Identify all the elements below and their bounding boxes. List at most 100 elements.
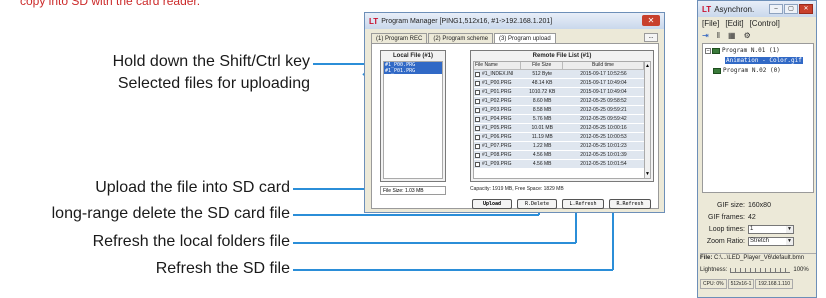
- gif-frames-label: GIF frames:: [708, 213, 745, 221]
- program-tree[interactable]: − Program N.01 (1) Animation - Color.gif…: [702, 43, 814, 193]
- local-file-list[interactable]: #1_P00.PRG #1_P01.PRG: [383, 61, 443, 179]
- collapse-icon[interactable]: −: [705, 47, 711, 54]
- row-checkbox[interactable]: [475, 152, 480, 158]
- gif-size-row: GIF size: 160x80: [702, 199, 814, 211]
- cell-file-name: #1_P03.PRG: [474, 106, 521, 114]
- chevron-down-icon[interactable]: ▼: [786, 225, 793, 233]
- table-row[interactable]: #1_P01.PRG 1010.72 KB 2015-09-17 10:49:04: [474, 88, 644, 97]
- file-label: File:: [700, 255, 713, 261]
- cell-build-time: 2012-05-25 10:00:53: [580, 134, 627, 140]
- row-checkbox[interactable]: [475, 98, 480, 104]
- annotation-hold-key: Hold down the Shift/Ctrl key: [112, 53, 310, 70]
- table-row[interactable]: #1_P04.PRG 5.76 MB 2012-05-25 09:59:42: [474, 115, 644, 124]
- maximize-icon[interactable]: ▢: [784, 4, 798, 14]
- table-row[interactable]: #1_P05.PRG 10.01 MB 2012-05-25 10:00:16: [474, 124, 644, 133]
- row-checkbox[interactable]: [475, 80, 480, 86]
- cell-file-name: #1_INDEX.INI: [474, 70, 521, 78]
- row-checkbox[interactable]: [475, 143, 480, 149]
- gif-size-value: 160x80: [748, 201, 771, 209]
- cell-file-size: 4.56 MB: [532, 161, 552, 167]
- title-bar[interactable]: LT Program Manager [PING1,512x16, #1->19…: [365, 13, 664, 29]
- file-name-text: #1_P09.PRG: [482, 161, 512, 167]
- delete-button[interactable]: R.Delete: [517, 199, 557, 209]
- lightness-slider[interactable]: [730, 267, 791, 273]
- close-icon[interactable]: ✕: [799, 4, 813, 14]
- cell-build-time: 2012-05-25 09:59:21: [580, 107, 627, 113]
- menu-edit[interactable]: [Edit]: [725, 19, 743, 28]
- menu-control[interactable]: [Control]: [750, 19, 780, 28]
- loop-times-select[interactable]: 1 ▼: [748, 224, 794, 234]
- row-checkbox[interactable]: [475, 107, 480, 113]
- program-2-label: Program N.02 (0): [723, 67, 781, 74]
- table-header: File Name File Size Build time: [474, 62, 644, 70]
- file-name-text: #1_P01.PRG: [482, 89, 512, 95]
- gif-properties: GIF size: 160x80 GIF frames: 42 Loop tim…: [702, 199, 814, 247]
- remote-file-header: Remote File List (#1): [532, 53, 592, 59]
- cell-file-size: 10.01 MB: [531, 125, 553, 131]
- window-title: Asynchron.: [714, 4, 755, 14]
- table-row[interactable]: #1_P07.PRG 1.22 MB 2012-05-25 10:01:23: [474, 142, 644, 151]
- cell-build-time: 2012-05-25 10:01:39: [580, 152, 627, 158]
- close-icon[interactable]: ✕: [642, 15, 660, 26]
- scroll-down-icon[interactable]: ▼: [645, 170, 650, 178]
- table-row[interactable]: #1_P09.PRG 4.56 MB 2012-05-25 10:01:54: [474, 160, 644, 169]
- cell-file-size: 1.22 MB: [532, 143, 552, 149]
- row-checkbox[interactable]: [475, 134, 480, 140]
- column-build-time[interactable]: Build time: [563, 62, 644, 69]
- menu-bar: [File] [Edit] [Control]: [698, 17, 816, 30]
- row-checkbox[interactable]: [475, 71, 480, 77]
- cell-file-name: #1_P08.PRG: [474, 151, 521, 159]
- file-name-text: #1_P00.PRG: [482, 80, 512, 86]
- zoom-ratio-row: Zoom Ratio: Stretch ▼: [702, 235, 814, 247]
- zoom-ratio-label: Zoom Ratio:: [706, 237, 745, 245]
- cell-build-time: 2012-05-25 10:01:54: [580, 161, 627, 167]
- play-icon[interactable]: ⇥: [702, 31, 709, 40]
- tab-more-button[interactable]: ...: [644, 33, 658, 42]
- scroll-up-icon[interactable]: ▲: [645, 62, 650, 70]
- table-row[interactable]: #1_P00.PRG 48.14 KB 2015-09-17 10:49:04: [474, 79, 644, 88]
- tree-program-2[interactable]: Program N.02 (0): [713, 67, 781, 74]
- cell-file-size: 5.76 MB: [532, 116, 552, 122]
- minimize-icon[interactable]: –: [769, 4, 783, 14]
- table-row[interactable]: #1_P03.PRG 8.58 MB 2012-05-25 09:59:21: [474, 106, 644, 115]
- upload-button[interactable]: Upload: [472, 199, 512, 209]
- tree-item-animation[interactable]: Animation - Color.gif: [725, 57, 803, 64]
- column-file-size[interactable]: File Size: [521, 62, 563, 69]
- chevron-down-icon[interactable]: ▼: [786, 237, 793, 245]
- title-bar[interactable]: LT Asynchron. – ▢ ✕: [698, 1, 816, 17]
- column-file-name[interactable]: File Name: [474, 62, 522, 69]
- row-checkbox[interactable]: [475, 116, 480, 122]
- annotation-refresh-sd: Refresh the SD file: [155, 260, 290, 277]
- table-row[interactable]: #1_P06.PRG 11.19 MB 2012-05-25 10:00:53: [474, 133, 644, 142]
- status-ip: 192.168.1.110: [755, 279, 794, 289]
- settings-icon[interactable]: ⚙: [744, 31, 751, 40]
- annotation-selected-files: Selected files for uploading: [117, 75, 310, 92]
- file-name-text: #1_P02.PRG: [482, 98, 512, 104]
- row-checkbox[interactable]: [475, 89, 480, 95]
- row-checkbox[interactable]: [475, 125, 480, 131]
- lightness-row: Lightness: 100%: [700, 267, 816, 273]
- cell-file-name: #1_P00.PRG: [474, 79, 521, 87]
- program-manager-window: LT Program Manager [PING1,512x16, #1->19…: [364, 12, 665, 213]
- program-icon: [712, 47, 720, 54]
- cell-file-name: #1_P02.PRG: [474, 97, 521, 105]
- remote-scrollbar[interactable]: ▲ ▼: [644, 61, 651, 179]
- remote-refresh-button[interactable]: R.Refresh: [609, 199, 651, 209]
- table-row[interactable]: #1_INDEX.INI 512 Byte 2015-09-17 10:52:56: [474, 70, 644, 79]
- tree-program-1[interactable]: − Program N.01 (1): [705, 47, 780, 54]
- table-row[interactable]: #1_P08.PRG 4.56 MB 2012-05-25 10:01:39: [474, 151, 644, 160]
- animation-item-label: Animation - Color.gif: [725, 57, 803, 64]
- local-refresh-button[interactable]: L.Refresh: [562, 199, 604, 209]
- file-name-text: #1_P04.PRG: [482, 116, 512, 122]
- cell-file-name: #1_P01.PRG: [474, 88, 521, 96]
- upload-panel: Local File (#1) #1_P00.PRG #1_P01.PRG Fi…: [371, 43, 659, 209]
- table-body: #1_INDEX.INI 512 Byte 2015-09-17 10:52:56 #…: [474, 70, 644, 169]
- pause-icon[interactable]: ‖: [717, 31, 720, 40]
- annotation-vline-refresh-sd: [612, 203, 614, 270]
- row-checkbox[interactable]: [475, 161, 480, 167]
- local-file-item[interactable]: #1_P01.PRG: [384, 68, 442, 74]
- grid-icon[interactable]: ▦: [728, 31, 736, 40]
- table-row[interactable]: #1_P02.PRG 8.60 MB 2012-05-25 09:58:52: [474, 97, 644, 106]
- zoom-ratio-select[interactable]: Stretch ▼: [748, 236, 794, 246]
- menu-file[interactable]: [File]: [702, 19, 719, 28]
